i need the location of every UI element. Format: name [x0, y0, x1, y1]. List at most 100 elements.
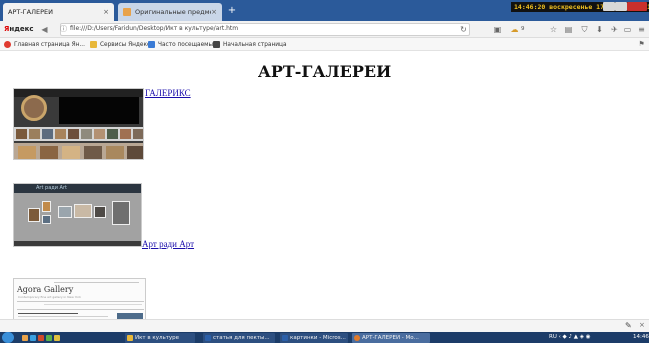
- tray-icons[interactable]: ‹ ◆ ♪ ▲ ◈ ◉: [559, 334, 591, 340]
- app-icon: [22, 335, 28, 341]
- taskbar-item-browser[interactable]: АРТ-ГАЛЕРЕИ - Мо...: [352, 333, 430, 343]
- thumb-tile: [18, 146, 36, 159]
- bookmark-label: Главная страница Ян...: [14, 41, 85, 48]
- thumb-tile: [42, 129, 53, 139]
- tab-close-icon[interactable]: ×: [211, 8, 217, 16]
- cart-icon[interactable]: ▭: [622, 24, 633, 35]
- art-radi-art-link[interactable]: Арт ради Арт: [142, 239, 194, 249]
- taskbar-item-folder[interactable]: Икт в культуре: [125, 333, 195, 343]
- taskbar-item-word-article[interactable]: статья для пекты...: [203, 333, 275, 343]
- thumb-headline: [18, 313, 78, 314]
- close-window-button[interactable]: [627, 2, 647, 11]
- taskbar-clock[interactable]: 14:46: [633, 334, 649, 340]
- brand-rest: ндекс: [9, 25, 34, 33]
- thumb-painting: [42, 201, 51, 212]
- thumb-painting: [28, 208, 40, 222]
- word-icon: [205, 335, 211, 341]
- wrench-icon[interactable]: ✎: [625, 321, 632, 330]
- taskbar-item-label: Икт в культуре: [135, 335, 180, 341]
- thumb-tile: [106, 146, 124, 159]
- bookmark-pin-icon[interactable]: ⚑: [636, 39, 647, 50]
- agora-gallery-thumbnail[interactable]: Agora Gallery Contemporary fine art gall…: [13, 278, 146, 323]
- tab-original-items[interactable]: Оригинальные предметы... ×: [118, 3, 222, 21]
- yandex-icon: [4, 41, 11, 48]
- taskbar-item-word-pictures[interactable]: картинки - Micros...: [280, 333, 348, 343]
- bookmark-label: Часто посещаемые: [158, 41, 217, 48]
- tab-label: АРТ-ГАЛЕРЕИ: [8, 8, 53, 16]
- minimize-button[interactable]: [603, 2, 615, 11]
- thumb-tile: [68, 129, 79, 139]
- thumb-logo: Art ради Art: [36, 185, 67, 191]
- taskbar-item-label: статья для пекты...: [213, 335, 270, 341]
- thumb-painting: [112, 201, 130, 225]
- browser-icon: [354, 335, 360, 341]
- thumb-footer: [14, 241, 141, 246]
- thumb-gallery-subtitle: Contemporary fine art gallery in New Yor…: [18, 295, 81, 299]
- back-icon[interactable]: ◀: [39, 24, 50, 35]
- bookmark-frequent[interactable]: Часто посещаемые: [148, 40, 217, 49]
- folder-icon: [90, 41, 97, 48]
- thumb-search-line: [54, 282, 139, 283]
- taskbar: Икт в культуре статья для пекты... карти…: [0, 332, 649, 343]
- url-text[interactable]: file:///D:/Users/Faridun/Desktop/Икт в к…: [70, 25, 238, 32]
- bookmark-yandex-services[interactable]: Сервисы Яндекса: [90, 40, 154, 49]
- star-icon[interactable]: ☆: [548, 24, 559, 35]
- shield-icon[interactable]: ⛉: [579, 24, 590, 35]
- art-radi-art-thumbnail[interactable]: Art ради Art: [13, 183, 142, 247]
- tab-favicon-icon: [123, 8, 131, 16]
- library-icon[interactable]: ▤: [563, 24, 574, 35]
- menu-icon[interactable]: ≡: [636, 24, 647, 35]
- page-title: АРТ-ГАЛЕРЕИ: [257, 62, 392, 81]
- info-icon[interactable]: ⓘ: [58, 24, 69, 35]
- maximize-button[interactable]: [615, 2, 627, 11]
- tab-label: Оригинальные предметы...: [135, 8, 211, 16]
- weather-icon[interactable]: ☁: [509, 24, 520, 35]
- thumb-tile: [120, 129, 131, 139]
- app-icon: [38, 335, 44, 341]
- thumb-tile: [127, 146, 143, 159]
- bookmark-label: Сервисы Яндекса: [100, 41, 154, 48]
- language-indicator[interactable]: RU: [549, 334, 557, 340]
- gallerix-thumbnail[interactable]: [13, 88, 144, 160]
- quick-launch-icons[interactable]: [20, 333, 118, 343]
- gallerix-link[interactable]: ГАЛЕРИКС: [145, 88, 191, 98]
- bookmark-yandex-home[interactable]: Главная страница Ян...: [4, 40, 85, 49]
- new-tab-button[interactable]: +: [226, 5, 238, 17]
- system-tray[interactable]: RU ‹ ◆ ♪ ▲ ◈ ◉: [549, 334, 591, 340]
- thumb-tile: [133, 129, 143, 139]
- thumb-tile: [16, 129, 27, 139]
- app-icon: [30, 335, 36, 341]
- thumb-tile: [29, 129, 40, 139]
- bookmark-label: Начальная страница: [223, 41, 287, 48]
- thumb-gallery-name: Agora Gallery: [17, 285, 74, 294]
- taskbar-item-label: АРТ-ГАЛЕРЕИ - Мо...: [362, 335, 419, 341]
- grid-icon: [213, 41, 220, 48]
- close-strip-icon[interactable]: ×: [639, 321, 645, 329]
- thumb-menu-line: [44, 304, 142, 305]
- tab-bar: АРТ-ГАЛЕРЕИ × Оригинальные предметы... ×…: [0, 0, 649, 21]
- tab-art-galleries[interactable]: АРТ-ГАЛЕРЕИ ×: [3, 3, 114, 21]
- thumb-tile: [55, 129, 66, 139]
- thumb-tile: [81, 129, 92, 139]
- navigation-bar: Яндекс ◀ ⓘ file:///D:/Users/Faridun/Desk…: [0, 21, 649, 38]
- screenshot-icon[interactable]: ▣: [492, 24, 503, 35]
- thumb-emblem: [21, 95, 47, 121]
- thumb-painting: [94, 206, 106, 218]
- reload-icon[interactable]: ↻: [458, 24, 469, 35]
- yandex-logo[interactable]: Яндекс: [4, 25, 34, 33]
- thumb-painting: [42, 215, 51, 224]
- tab-close-icon[interactable]: ×: [103, 8, 109, 16]
- thumb-text-line: [18, 316, 108, 317]
- thumb-header: Art ради Art: [14, 184, 141, 193]
- send-icon[interactable]: ✈: [609, 24, 620, 35]
- download-icon[interactable]: ⬇: [594, 24, 605, 35]
- bookmark-start-page[interactable]: Начальная страница: [213, 40, 287, 49]
- frequent-icon: [148, 41, 155, 48]
- thumb-tile: [107, 129, 118, 139]
- thumb-banner: [59, 97, 139, 124]
- app-icon: [46, 335, 52, 341]
- thumb-painting: [58, 206, 72, 218]
- start-button[interactable]: [2, 332, 14, 343]
- taskbar-item-label: картинки - Micros...: [290, 335, 346, 341]
- status-strip: ✎ ×: [0, 319, 649, 332]
